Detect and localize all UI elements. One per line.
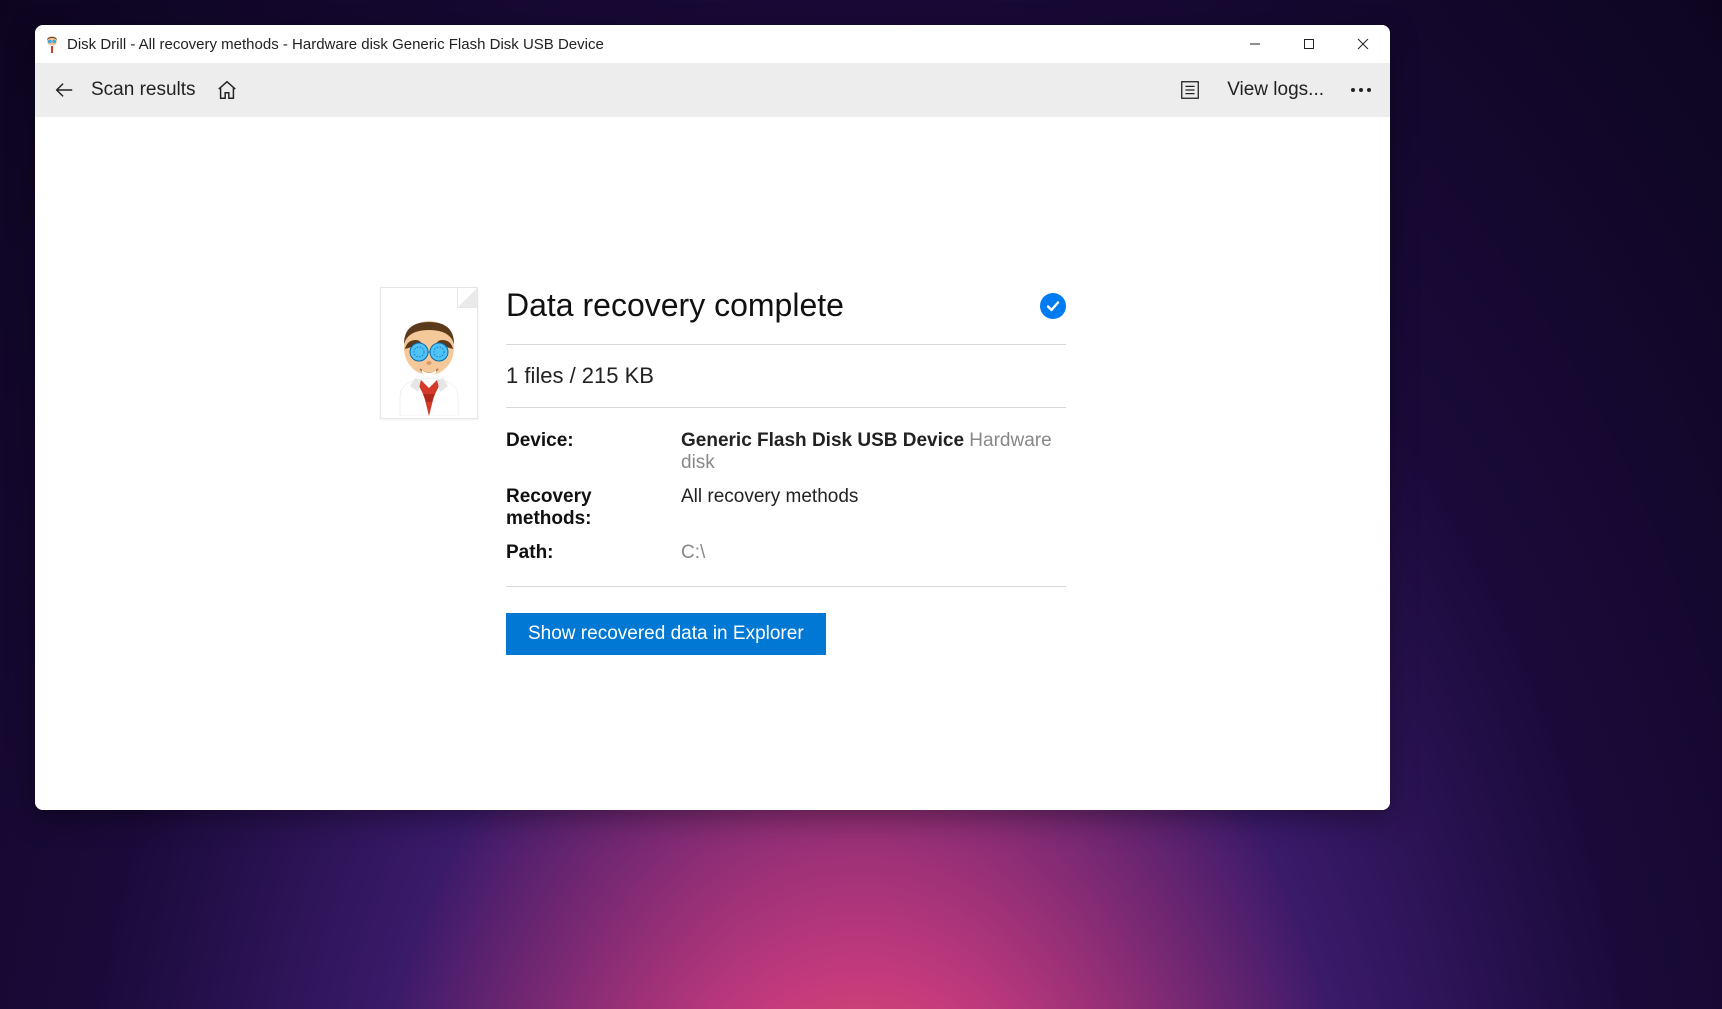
scan-results-label[interactable]: Scan results — [91, 79, 196, 101]
document-avatar-icon — [380, 287, 478, 419]
window-controls — [1228, 25, 1390, 63]
path-row: Path: C:\ — [506, 536, 1066, 570]
disk-drill-app-icon — [43, 35, 61, 53]
recovery-heading: Data recovery complete — [506, 287, 844, 324]
methods-row: Recovery methods: All recovery methods — [506, 480, 1066, 536]
recovery-panel: Data recovery complete 1 files / 215 KB … — [380, 287, 1066, 655]
device-row: Device: Generic Flash Disk USB Device Ha… — [506, 424, 1066, 480]
success-check-icon — [1040, 293, 1066, 319]
device-label: Device: — [506, 430, 681, 452]
recovery-details: Device: Generic Flash Disk USB Device Ha… — [506, 408, 1066, 587]
content-area: Data recovery complete 1 files / 215 KB … — [35, 117, 1390, 810]
recovery-summary: 1 files / 215 KB — [506, 345, 1066, 408]
close-button[interactable] — [1336, 25, 1390, 63]
path-value: C:\ — [681, 542, 705, 564]
title-bar: Disk Drill - All recovery methods - Hard… — [35, 25, 1390, 63]
more-button[interactable] — [1344, 73, 1378, 107]
toolbar: Scan results View logs... — [35, 63, 1390, 117]
maximize-button[interactable] — [1282, 25, 1336, 63]
recovery-info: Data recovery complete 1 files / 215 KB … — [506, 287, 1066, 655]
methods-value: All recovery methods — [681, 486, 858, 508]
app-window: Disk Drill - All recovery methods - Hard… — [35, 25, 1390, 810]
device-value: Generic Flash Disk USB Device Hardware d… — [681, 430, 1066, 474]
show-in-explorer-button[interactable]: Show recovered data in Explorer — [506, 613, 826, 655]
view-logs-link[interactable]: View logs... — [1227, 79, 1324, 101]
path-label: Path: — [506, 542, 681, 564]
home-button[interactable] — [210, 73, 244, 107]
logs-icon[interactable] — [1173, 73, 1207, 107]
minimize-button[interactable] — [1228, 25, 1282, 63]
methods-label: Recovery methods: — [506, 486, 681, 530]
window-title: Disk Drill - All recovery methods - Hard… — [67, 36, 1228, 53]
back-button[interactable] — [47, 73, 81, 107]
